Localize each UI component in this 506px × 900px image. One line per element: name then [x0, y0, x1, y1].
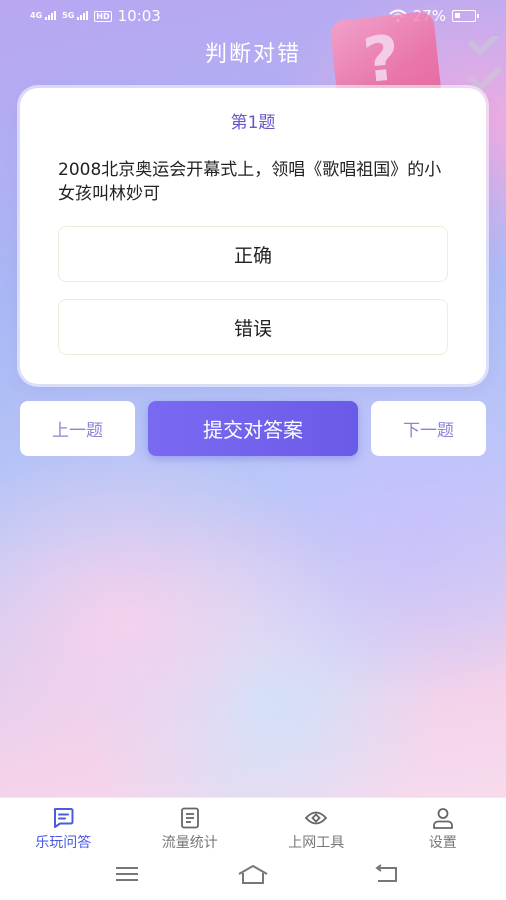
battery-icon — [452, 10, 479, 22]
prev-question-button[interactable]: 上一题 — [20, 401, 135, 456]
eye-icon — [305, 811, 328, 825]
option-true-button[interactable]: 正确 — [58, 226, 448, 282]
next-question-label: 下一题 — [403, 421, 454, 441]
prev-question-label: 上一题 — [52, 421, 103, 441]
page-title: 判断对错 — [204, 42, 301, 67]
tab-net-tools[interactable]: 上网工具 — [253, 806, 380, 856]
tab-quiz-label: 乐玩问答 — [35, 835, 92, 851]
tab-bar: 乐玩问答 流量统计 上网工具 设置 — [0, 806, 506, 856]
tab-traffic-stats[interactable]: 流量统计 — [127, 806, 254, 856]
menu-icon[interactable] — [114, 864, 140, 884]
tab-quiz[interactable]: 乐玩问答 — [0, 806, 127, 856]
question-text: 2008北京奥运会开幕式上，领唱《歌唱祖国》的小女孩叫林妙可 — [58, 160, 442, 204]
signal-icon-1: 4G — [30, 11, 57, 20]
tab-settings-label: 设置 — [428, 835, 457, 851]
tab-net-tools-label: 上网工具 — [288, 835, 345, 851]
person-icon — [432, 808, 453, 829]
status-left: 4G 5G HD 10:03 — [30, 7, 161, 25]
submit-answer-label: 提交对答案 — [203, 418, 303, 442]
tab-traffic-stats-label: 流量统计 — [161, 835, 218, 851]
option-false-label: 错误 — [233, 317, 272, 340]
question-card: 第1题 2008北京奥运会开幕式上，领唱《歌唱祖国》的小女孩叫林妙可 正确 错误 — [20, 88, 486, 384]
back-icon[interactable] — [372, 864, 400, 884]
system-nav-bar — [0, 864, 506, 890]
tab-settings[interactable]: 设置 — [380, 806, 506, 856]
option-false-button[interactable]: 错误 — [58, 299, 448, 355]
signal-icon-2: 5G — [62, 11, 89, 20]
document-icon — [180, 807, 199, 829]
submit-answer-button[interactable]: 提交对答案 — [148, 401, 358, 456]
question-number: 第1题 — [230, 113, 276, 133]
home-icon[interactable] — [236, 864, 270, 886]
status-time: 10:03 — [117, 7, 161, 25]
network-type-2: 5G — [62, 11, 75, 20]
network-type-1: 4G — [30, 11, 43, 20]
next-question-button[interactable]: 下一题 — [371, 401, 486, 456]
chat-icon — [54, 808, 74, 828]
hd-badge: HD — [94, 10, 112, 22]
bottom-nav: 乐玩问答 流量统计 上网工具 设置 — [0, 797, 506, 900]
option-true-label: 正确 — [233, 244, 272, 267]
